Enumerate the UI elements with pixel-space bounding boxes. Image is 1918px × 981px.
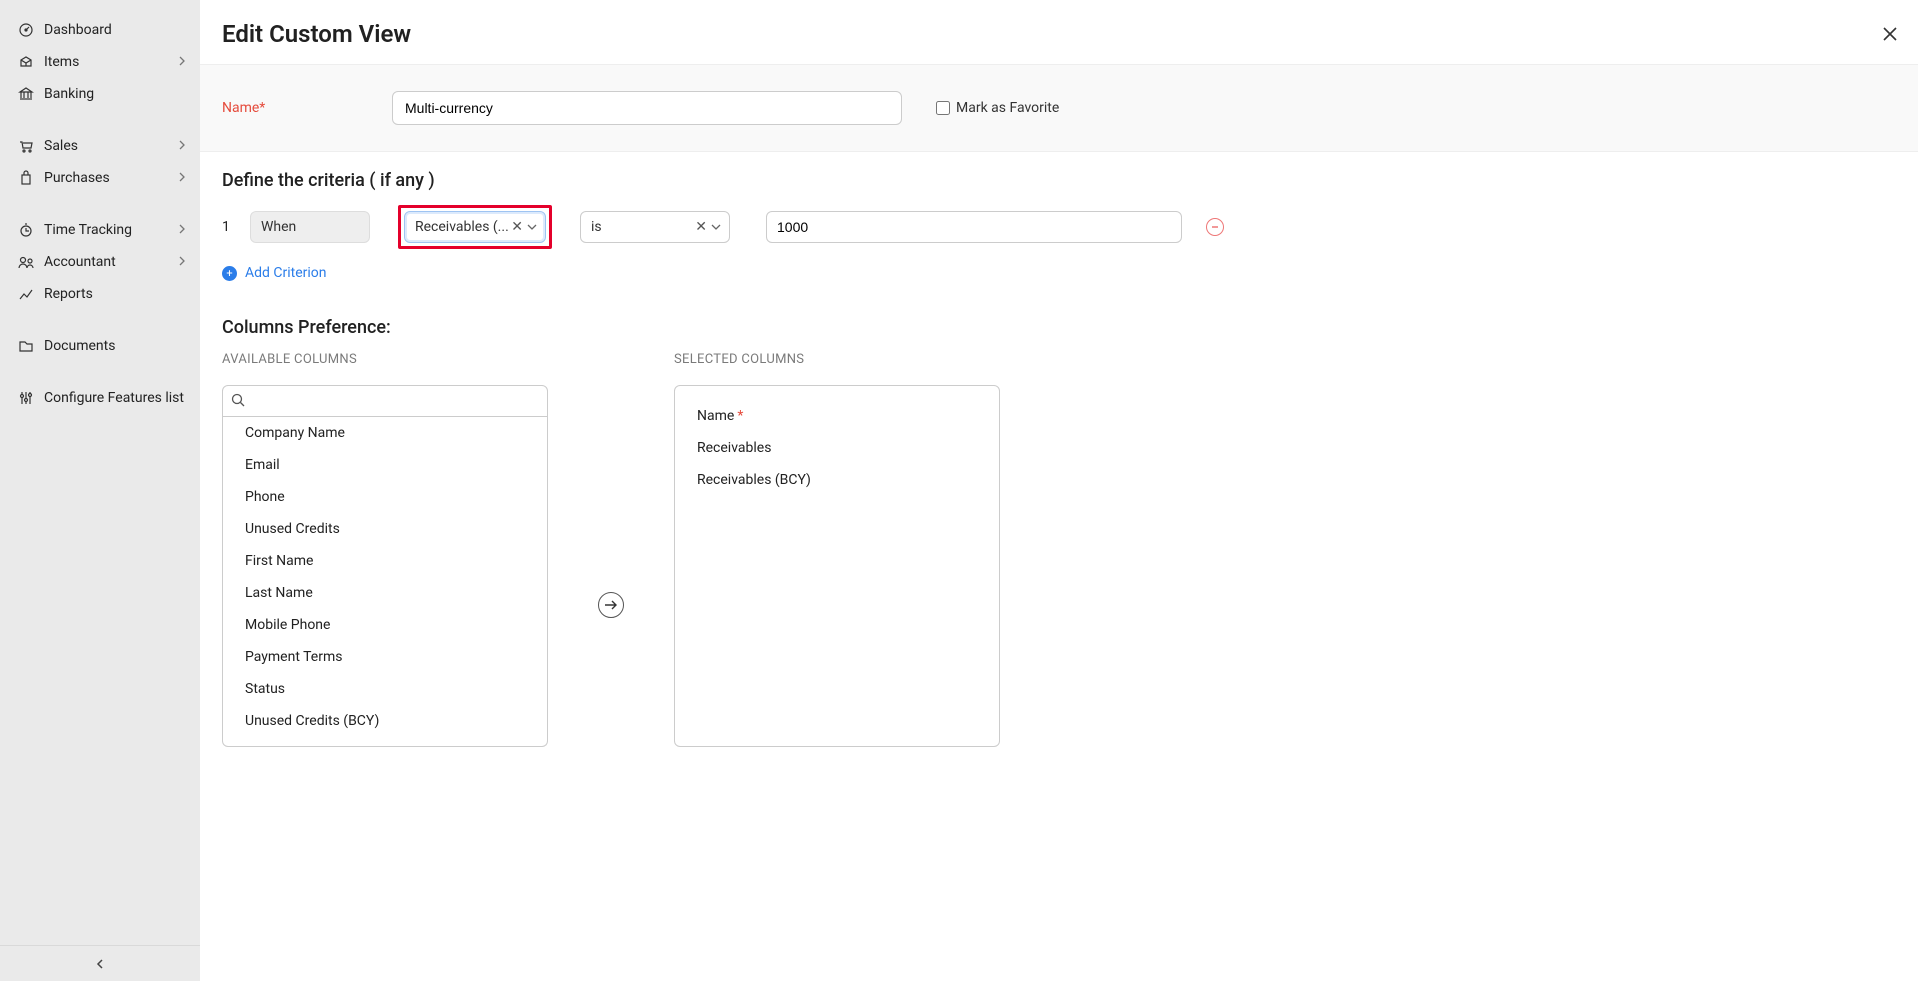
- add-criterion-button[interactable]: + Add Criterion: [222, 265, 1896, 281]
- time-icon: [18, 222, 34, 238]
- plus-icon: +: [222, 266, 237, 281]
- columns-heading: Columns Preference:: [222, 317, 1896, 338]
- available-column-item[interactable]: Status: [223, 673, 547, 705]
- sidebar-item-dashboard[interactable]: Dashboard: [0, 14, 200, 46]
- available-search-input[interactable]: [251, 393, 539, 409]
- chevron-right-icon: [178, 138, 186, 154]
- selected-column-item[interactable]: Name*: [675, 400, 999, 432]
- available-columns: AVAILABLE COLUMNS Company NameEmailPhone…: [222, 352, 548, 747]
- sidebar-item-time-tracking[interactable]: Time Tracking: [0, 214, 200, 246]
- columns-section: Columns Preference: AVAILABLE COLUMNS Co…: [200, 299, 1918, 765]
- available-column-item[interactable]: Mobile Phone: [223, 609, 547, 641]
- sidebar-item-label: Documents: [44, 338, 115, 354]
- sidebar-item-label: Dashboard: [44, 22, 112, 38]
- sidebar-item-configure-features-list[interactable]: Configure Features list: [0, 382, 200, 414]
- sidebar-item-sales[interactable]: Sales: [0, 130, 200, 162]
- chevron-down-icon: [527, 219, 537, 235]
- available-columns-label: AVAILABLE COLUMNS: [222, 352, 548, 367]
- criteria-heading: Define the criteria ( if any ): [222, 170, 1896, 191]
- sidebar-item-label: Sales: [44, 138, 78, 154]
- criteria-index: 1: [222, 219, 240, 235]
- sidebar-collapse-button[interactable]: [0, 945, 200, 981]
- chevron-right-icon: [178, 170, 186, 186]
- selected-columns: SELECTED COLUMNS Name*ReceivablesReceiva…: [674, 352, 1000, 747]
- available-column-item[interactable]: Email: [223, 449, 547, 481]
- chevron-right-icon: [178, 54, 186, 70]
- transfer-right-button[interactable]: [598, 592, 624, 618]
- sidebar: Dashboard Items Banking Sales Purchases Time …: [0, 0, 200, 981]
- available-column-item[interactable]: Phone: [223, 481, 547, 513]
- configure-icon: [18, 390, 34, 406]
- available-search-wrap: [222, 385, 548, 417]
- available-column-item[interactable]: Unused Credits (BCY): [223, 705, 547, 737]
- favorite-checkbox[interactable]: [936, 101, 950, 115]
- accountant-icon: [18, 254, 34, 270]
- selected-column-item[interactable]: Receivables: [675, 432, 999, 464]
- available-column-item[interactable]: Last Name: [223, 577, 547, 609]
- name-input[interactable]: [392, 91, 902, 125]
- sidebar-item-accountant[interactable]: Accountant: [0, 246, 200, 278]
- sidebar-item-reports[interactable]: Reports: [0, 278, 200, 310]
- remove-criterion-button[interactable]: [1206, 218, 1224, 236]
- sidebar-item-documents[interactable]: Documents: [0, 330, 200, 362]
- criteria-when: When: [250, 211, 370, 243]
- sidebar-items: Dashboard Items Banking Sales Purchases Time …: [0, 0, 200, 414]
- sidebar-item-label: Items: [44, 54, 79, 70]
- documents-icon: [18, 338, 34, 354]
- close-button[interactable]: [1878, 22, 1902, 46]
- selected-list[interactable]: Name*ReceivablesReceivables (BCY): [674, 385, 1000, 747]
- page-title: Edit Custom View: [222, 20, 411, 48]
- clear-icon[interactable]: ✕: [695, 219, 707, 235]
- banking-icon: [18, 86, 34, 102]
- criteria-value-input[interactable]: [766, 211, 1182, 243]
- sidebar-item-label: Reports: [44, 286, 93, 302]
- criteria-field-select[interactable]: Receivables (... ✕: [404, 211, 546, 243]
- reports-icon: [18, 286, 34, 302]
- dashboard-icon: [18, 22, 34, 38]
- favorite-checkbox-label[interactable]: Mark as Favorite: [936, 100, 1059, 116]
- chevron-right-icon: [178, 222, 186, 238]
- main: Edit Custom View Name* Mark as Favorite …: [200, 0, 1918, 981]
- available-column-item[interactable]: First Name: [223, 545, 547, 577]
- criteria-operator-select[interactable]: is ✕: [580, 211, 730, 243]
- items-icon: [18, 54, 34, 70]
- available-column-item[interactable]: Unused Credits: [223, 513, 547, 545]
- purchases-icon: [18, 170, 34, 186]
- favorite-label: Mark as Favorite: [956, 100, 1059, 116]
- available-column-item[interactable]: Website: [223, 737, 547, 747]
- name-label: Name*: [222, 100, 392, 116]
- name-section: Name* Mark as Favorite: [200, 64, 1918, 152]
- sidebar-item-label: Configure Features list: [44, 390, 184, 406]
- columns-row: AVAILABLE COLUMNS Company NameEmailPhone…: [222, 352, 1896, 747]
- available-column-item[interactable]: Payment Terms: [223, 641, 547, 673]
- sidebar-item-purchases[interactable]: Purchases: [0, 162, 200, 194]
- header: Edit Custom View: [200, 0, 1918, 64]
- content-scroll[interactable]: Name* Mark as Favorite Define the criter…: [200, 64, 1918, 981]
- available-list[interactable]: Company NameEmailPhoneUnused CreditsFirs…: [222, 417, 548, 747]
- sidebar-item-label: Accountant: [44, 254, 116, 270]
- sales-icon: [18, 138, 34, 154]
- criteria-field-highlight: Receivables (... ✕: [398, 205, 552, 249]
- sidebar-item-label: Time Tracking: [44, 222, 132, 238]
- clear-icon[interactable]: ✕: [511, 219, 523, 235]
- chevron-down-icon: [711, 219, 721, 235]
- chevron-right-icon: [178, 254, 186, 270]
- criteria-section: Define the criteria ( if any ) 1 When Re…: [200, 152, 1918, 299]
- sidebar-item-label: Banking: [44, 86, 94, 102]
- selected-columns-label: SELECTED COLUMNS: [674, 352, 1000, 367]
- criteria-row: 1 When Receivables (... ✕ is ✕: [222, 205, 1896, 249]
- sidebar-item-banking[interactable]: Banking: [0, 78, 200, 110]
- selected-column-item[interactable]: Receivables (BCY): [675, 464, 999, 496]
- search-icon: [231, 392, 245, 411]
- sidebar-item-label: Purchases: [44, 170, 110, 186]
- available-column-item[interactable]: Company Name: [223, 417, 547, 449]
- sidebar-item-items[interactable]: Items: [0, 46, 200, 78]
- required-star: *: [737, 408, 743, 424]
